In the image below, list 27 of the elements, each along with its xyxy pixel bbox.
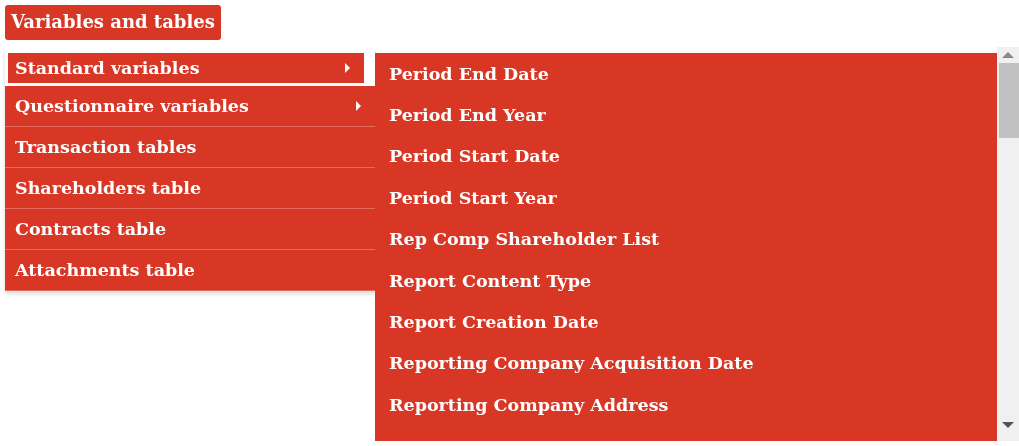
submenu-item[interactable]: Reporting Company Address <box>375 384 997 426</box>
menu-button[interactable]: Variables and tables <box>5 5 221 40</box>
submenu-item[interactable]: Period End Year <box>375 94 997 136</box>
submenu-item[interactable]: Rep Comp Shareholder List <box>375 218 997 260</box>
menu-item-label: Contracts table <box>15 219 167 239</box>
submenu-item[interactable]: Period Start Year <box>375 177 997 219</box>
menu-item-label: Attachments table <box>15 260 195 280</box>
scrollbar-thumb[interactable] <box>999 63 1019 138</box>
submenu-arrow-icon <box>345 63 350 73</box>
menu-item[interactable]: Transaction tables <box>5 127 375 168</box>
menu-item-label: Questionnaire variables <box>15 96 249 116</box>
submenu-item[interactable]: Reporting Company Acquisition Date <box>375 342 997 385</box>
menu-item[interactable]: Questionnaire variables <box>5 86 375 127</box>
menu-item-label: Standard variables <box>15 58 200 78</box>
menu-item-label: Shareholders table <box>15 178 202 198</box>
scrollbar[interactable] <box>997 47 1019 441</box>
submenu-arrow-icon <box>356 101 361 111</box>
menu-item[interactable]: Contracts table <box>5 209 375 250</box>
menu-item-label: Transaction tables <box>15 137 197 157</box>
menu-item[interactable]: Attachments table <box>5 250 375 291</box>
submenu-item[interactable]: Period End Date <box>375 53 997 95</box>
scroll-down-icon[interactable] <box>1002 422 1014 428</box>
menu-item[interactable]: Standard variables <box>5 50 367 86</box>
submenu-item[interactable]: Report Creation Date <box>375 301 997 343</box>
submenu-item[interactable]: Period Start Date <box>375 135 997 178</box>
menu-item[interactable]: Shareholders table <box>5 168 375 209</box>
submenu-item[interactable]: Report Content Type <box>375 259 997 302</box>
